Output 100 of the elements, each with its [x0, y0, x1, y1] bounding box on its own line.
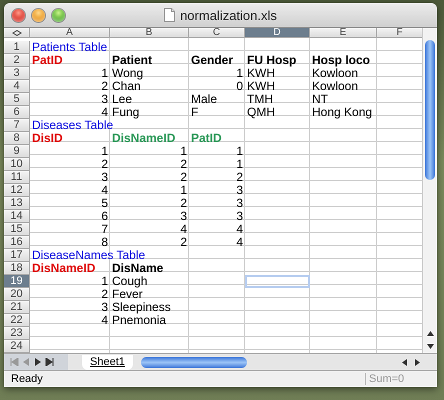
table-cell-text: Cough: [111, 275, 148, 288]
table-cell-text: 8: [100, 236, 109, 249]
row-header[interactable]: 8: [4, 132, 30, 145]
table-cell-text: 0: [235, 80, 244, 93]
row-header[interactable]: 21: [4, 301, 30, 314]
table-cell-text: Gender: [190, 54, 234, 67]
row-header[interactable]: 7: [4, 119, 30, 132]
scroll-up-icon[interactable]: [426, 330, 435, 337]
table-cell-text: Patients Table: [31, 41, 108, 54]
row-header[interactable]: 22: [4, 314, 30, 327]
table-cell-text: 1: [179, 145, 188, 158]
scroll-thumb[interactable]: [425, 40, 436, 180]
row-header[interactable]: 11: [4, 171, 30, 184]
sheet-tab[interactable]: Sheet1: [82, 354, 133, 370]
table-cell-text: Kowloon: [311, 67, 360, 80]
table-cell-text: 3: [179, 210, 188, 223]
row-header[interactable]: 5: [4, 93, 30, 106]
row-header[interactable]: 3: [4, 67, 30, 80]
table-cell-text: 1: [235, 145, 244, 158]
row-header[interactable]: 9: [4, 145, 30, 158]
table-cell-text: Male: [190, 93, 218, 106]
table-cell-text: PatID: [190, 132, 223, 145]
table-cell-text: 1: [100, 275, 109, 288]
table-cell-text: 3: [100, 171, 109, 184]
table-cell-text: 3: [235, 197, 244, 210]
table-cell-text: DisNameID: [31, 262, 96, 275]
next-sheet-icon[interactable]: [34, 358, 41, 366]
scroll-right-icon[interactable]: [414, 358, 421, 366]
table-cell-text: 4: [235, 236, 244, 249]
table-cell-text: 1: [235, 158, 244, 171]
table-cell-text: Hosp loco: [311, 54, 372, 67]
sum-readout: Sum=0: [365, 373, 413, 385]
scroll-thumb[interactable]: [140, 356, 247, 368]
table-cell-text: 4: [100, 184, 109, 197]
table-cell-text: 4: [235, 223, 244, 236]
row-header[interactable]: 6: [4, 106, 30, 119]
status-text: Ready: [11, 373, 43, 385]
scroll-down-icon[interactable]: [426, 343, 435, 350]
select-all-icon[interactable]: [12, 30, 22, 36]
table-cell-text: 2: [179, 197, 188, 210]
row-header[interactable]: 19: [4, 275, 30, 288]
table-cell-text: NT: [311, 93, 329, 106]
table-cell-text: Lee: [111, 93, 134, 106]
table-cell-text: 2: [235, 171, 244, 184]
row-header[interactable]: 14: [4, 210, 30, 223]
table-cell-text: DisName: [111, 262, 164, 275]
row-header[interactable]: 15: [4, 223, 30, 236]
row-header[interactable]: 24: [4, 340, 30, 353]
table-cell-text: 2: [179, 171, 188, 184]
first-sheet-icon[interactable]: [10, 358, 19, 366]
table-cell-text: 2: [179, 158, 188, 171]
table-cell-text: 2: [100, 80, 109, 93]
table-cell-text: PatID: [31, 54, 64, 67]
row-header[interactable]: 4: [4, 80, 30, 93]
table-cell-text: 2: [100, 158, 109, 171]
table-cell-text: 3: [100, 93, 109, 106]
row-header[interactable]: 10: [4, 158, 30, 171]
table-cell-text: 1: [235, 67, 244, 80]
table-cell-text: Hong Kong: [311, 106, 374, 119]
table-cell-text: DisNameID: [111, 132, 176, 145]
table-cell-text: 4: [100, 106, 109, 119]
close-button[interactable]: [12, 8, 25, 22]
table-cell-text: Fever: [111, 288, 143, 301]
table-cell-text: Fung: [111, 106, 140, 119]
row-header[interactable]: 20: [4, 288, 30, 301]
table-cell-text: 1: [100, 67, 109, 80]
table-cell-text: DisID: [31, 132, 64, 145]
table-cell-text: Diseases Table: [31, 119, 114, 132]
table-cell-text: Pnemonia: [111, 314, 166, 327]
table-cell-text: Sleepiness: [111, 301, 172, 314]
vertical-scrollbar[interactable]: [422, 28, 437, 353]
table-cell-text: Patient: [111, 54, 154, 67]
row-header[interactable]: 18: [4, 262, 30, 275]
row-header[interactable]: 23: [4, 327, 30, 340]
row-header[interactable]: 17: [4, 249, 30, 262]
zoom-button[interactable]: [52, 8, 65, 22]
window-title: normalization.xls: [180, 8, 277, 22]
table-cell-text: 3: [235, 184, 244, 197]
scroll-left-icon[interactable]: [401, 358, 408, 366]
row-header[interactable]: 16: [4, 236, 30, 249]
row-header[interactable]: 13: [4, 197, 30, 210]
table-cell-text: TMH: [246, 93, 274, 106]
table-cell-text: KWH: [246, 67, 275, 80]
table-cell-text: 5: [100, 197, 109, 210]
table-cell-text: 1: [179, 184, 188, 197]
row-header[interactable]: 12: [4, 184, 30, 197]
active-cell[interactable]: [245, 275, 310, 288]
table-cell-text: Chan: [111, 80, 141, 93]
table-cell-text: 3: [100, 301, 109, 314]
table-cell-text: Kowloon: [311, 80, 360, 93]
table-cell-text: F: [190, 106, 200, 119]
row-header[interactable]: 2: [4, 54, 30, 67]
table-cell-text: DiseaseNames Table: [31, 249, 146, 262]
table-cell-text: 3: [235, 210, 244, 223]
minimize-button[interactable]: [32, 8, 45, 22]
row-header[interactable]: 1: [4, 41, 30, 54]
table-cell-text: 4: [100, 314, 109, 327]
last-sheet-icon[interactable]: [45, 358, 54, 366]
previous-sheet-icon[interactable]: [23, 358, 30, 366]
table-cell-text: 2: [100, 288, 109, 301]
